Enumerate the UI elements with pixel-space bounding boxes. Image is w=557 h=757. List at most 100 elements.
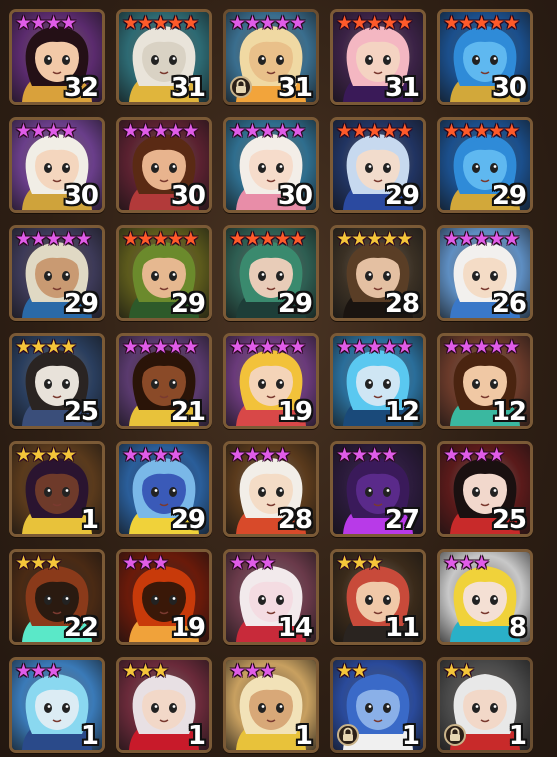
monster-card[interactable]: ★ ★ ★ ★ 27 (330, 441, 426, 537)
monster-level: 31 (277, 73, 313, 103)
monster-card[interactable]: ★ ★ 1 (330, 657, 426, 753)
monster-card[interactable]: ★ ★ ★ 1 (116, 657, 212, 753)
monster-level: 28 (384, 289, 420, 319)
monster-card[interactable]: ★ ★ ★ 1 (223, 657, 319, 753)
star-icon: ★ (396, 228, 414, 250)
lock-icon (444, 724, 466, 746)
star-icon: ★ (396, 120, 414, 142)
monster-card[interactable]: ★ ★ ★ ★ 25 (437, 441, 533, 537)
monster-level: 12 (491, 397, 527, 427)
monster-level: 28 (277, 505, 313, 535)
monster-level: 1 (80, 505, 99, 535)
star-icon: ★ (289, 12, 307, 34)
monster-level: 1 (508, 721, 527, 751)
monster-storage-grid: ★ ★ ★ ★ 32 ★ ★ ★ ★ ★ 31 ★ ★ ★ ★ ★ 31 ★ ★ ★ ★ ★ 31 ★ ★ ★ ★ ★ 30 ★ ★ ★ ★ 30… (0, 0, 557, 757)
monster-level: 1 (80, 721, 99, 751)
monster-card[interactable]: ★ ★ ★ ★ 32 (9, 9, 105, 105)
monster-level: 29 (63, 289, 99, 319)
monster-card[interactable]: ★ ★ ★ ★ ★ 31 (116, 9, 212, 105)
star-rating: ★ ★ ★ (443, 553, 490, 573)
monster-card[interactable]: ★ ★ ★ ★ ★ 29 (437, 117, 533, 213)
monster-card[interactable]: ★ ★ ★ 14 (223, 549, 319, 645)
monster-level: 29 (277, 289, 313, 319)
monster-card[interactable]: ★ ★ ★ 11 (330, 549, 426, 645)
monster-card[interactable]: ★ ★ ★ ★ ★ 21 (116, 333, 212, 429)
monster-card[interactable]: ★ ★ ★ ★ ★ 28 (330, 225, 426, 321)
monster-card[interactable]: ★ ★ ★ ★ 28 (223, 441, 319, 537)
monster-card[interactable]: ★ ★ ★ ★ ★ 29 (330, 117, 426, 213)
star-icon: ★ (60, 444, 78, 466)
star-icon: ★ (60, 120, 78, 142)
star-rating: ★ ★ ★ ★ (15, 12, 78, 34)
monster-card[interactable]: ★ ★ ★ ★ ★ 12 (437, 333, 533, 429)
monster-card[interactable]: ★ ★ ★ ★ ★ 30 (116, 117, 212, 213)
star-rating: ★ ★ ★ ★ (122, 444, 185, 466)
star-icon: ★ (381, 444, 399, 466)
monster-card[interactable]: ★ ★ ★ ★ ★ 31 (223, 9, 319, 105)
star-rating: ★ ★ ★ (122, 553, 169, 573)
star-icon: ★ (503, 228, 521, 250)
star-rating: ★ ★ ★ (15, 552, 63, 574)
star-rating: ★ ★ ★ ★ ★ (229, 337, 306, 357)
monster-card[interactable]: ★ ★ 1 (437, 657, 533, 753)
monster-level: 1 (294, 721, 313, 751)
star-rating: ★ ★ ★ ★ ★ (122, 12, 200, 34)
monster-level: 21 (170, 397, 206, 427)
star-rating: ★ ★ ★ ★ (336, 444, 399, 466)
star-icon: ★ (182, 12, 200, 34)
monster-level: 32 (63, 73, 99, 103)
monster-level: 25 (63, 397, 99, 427)
star-icon: ★ (45, 552, 63, 574)
lock-icon (230, 76, 252, 98)
star-icon: ★ (60, 336, 78, 358)
star-rating: ★ ★ ★ (229, 553, 276, 573)
monster-level: 1 (187, 721, 206, 751)
star-rating: ★ ★ ★ ★ (443, 445, 505, 465)
star-icon: ★ (289, 120, 307, 142)
star-rating: ★ ★ ★ ★ ★ (336, 12, 414, 34)
star-rating: ★ ★ (443, 661, 475, 681)
monster-card[interactable]: ★ ★ ★ ★ ★ 29 (116, 225, 212, 321)
monster-card[interactable]: ★ ★ ★ ★ ★ 29 (223, 225, 319, 321)
monster-level: 26 (491, 289, 527, 319)
star-rating: ★ ★ ★ ★ ★ (336, 120, 414, 142)
star-icon: ★ (396, 336, 414, 358)
monster-card[interactable]: ★ ★ ★ ★ ★ 30 (437, 9, 533, 105)
monster-level: 29 (491, 181, 527, 211)
monster-level: 29 (170, 289, 206, 319)
monster-card[interactable]: ★ ★ ★ ★ 29 (116, 441, 212, 537)
monster-card[interactable]: ★ ★ ★ ★ ★ 31 (330, 9, 426, 105)
star-rating: ★ ★ ★ ★ ★ (122, 337, 199, 357)
star-icon: ★ (289, 228, 307, 250)
star-icon: ★ (167, 444, 185, 466)
monster-card[interactable]: ★ ★ ★ 19 (116, 549, 212, 645)
monster-level: 12 (384, 397, 420, 427)
monster-card[interactable]: ★ ★ ★ ★ ★ 12 (330, 333, 426, 429)
monster-card[interactable]: ★ ★ ★ ★ ★ 29 (9, 225, 105, 321)
star-rating: ★ ★ ★ (15, 661, 62, 681)
star-rating: ★ ★ ★ (229, 661, 276, 681)
monster-card[interactable]: ★ ★ ★ ★ ★ 19 (223, 333, 319, 429)
star-icon: ★ (60, 12, 78, 34)
star-icon: ★ (503, 120, 521, 142)
star-icon: ★ (396, 12, 414, 34)
star-rating: ★ ★ ★ ★ ★ (443, 337, 520, 357)
star-rating: ★ ★ ★ (336, 553, 383, 573)
monster-card[interactable]: ★ ★ ★ ★ 30 (9, 117, 105, 213)
star-rating: ★ ★ ★ ★ ★ (336, 336, 414, 358)
monster-card[interactable]: ★ ★ ★ ★ 25 (9, 333, 105, 429)
monster-card[interactable]: ★ ★ ★ 8 (437, 549, 533, 645)
monster-level: 29 (384, 181, 420, 211)
monster-level: 1 (401, 721, 420, 751)
monster-card[interactable]: ★ ★ ★ ★ ★ 26 (437, 225, 533, 321)
star-rating: ★ ★ ★ ★ ★ (122, 229, 199, 249)
star-rating: ★ ★ ★ ★ ★ (443, 228, 521, 250)
star-rating: ★ ★ ★ ★ ★ (443, 13, 520, 33)
monster-card[interactable]: ★ ★ ★ 22 (9, 549, 105, 645)
monster-card[interactable]: ★ ★ ★ ★ ★ 30 (223, 117, 319, 213)
monster-card[interactable]: ★ ★ ★ 1 (9, 657, 105, 753)
monster-card[interactable]: ★ ★ ★ ★ 1 (9, 441, 105, 537)
monster-level: 31 (384, 73, 420, 103)
star-icon: ★ (75, 228, 93, 250)
monster-level: 19 (170, 613, 206, 643)
